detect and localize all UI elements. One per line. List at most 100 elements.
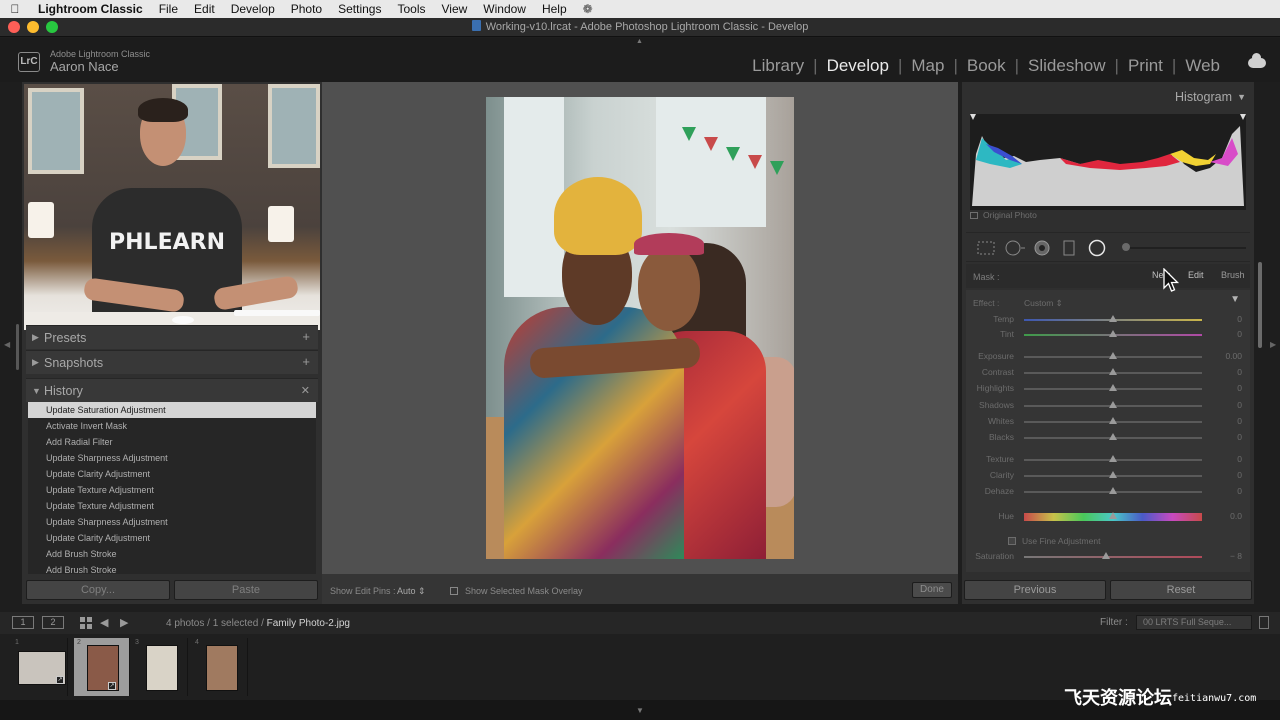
history-item[interactable]: Update Saturation Adjustment [28,402,316,418]
red-eye-icon[interactable] [1034,240,1050,256]
menu-photo[interactable]: Photo [283,2,330,16]
slider-value[interactable]: 0 [1237,314,1242,324]
menu-file[interactable]: File [151,2,186,16]
history-item[interactable]: Update Sharpness Adjustment [28,450,316,466]
show-edit-pins-select[interactable]: Auto ⇕ [397,586,426,597]
history-item[interactable]: Add Radial Filter [28,434,316,450]
slider-value[interactable]: 0 [1237,486,1242,496]
slider-knob[interactable] [1109,471,1117,478]
spot-removal-icon[interactable] [1004,240,1026,256]
module-develop[interactable]: Develop [827,56,889,76]
slider-knob[interactable] [1109,330,1117,337]
slider-value[interactable]: 0.00 [1225,351,1242,361]
copy-settings-button[interactable]: Copy... [26,580,170,600]
slider-value[interactable]: 0 [1237,367,1242,377]
menu-window[interactable]: Window [475,2,534,16]
filter-lock-icon[interactable] [1259,616,1269,629]
slider-value[interactable]: − 8 [1230,551,1242,561]
reset-button[interactable]: Reset [1110,580,1252,600]
slider-knob[interactable] [1109,455,1117,462]
mask-overlay-checkbox[interactable] [450,587,458,595]
secondary-window-button[interactable]: 2 [42,616,64,629]
crop-overlay-icon[interactable] [976,240,996,256]
slider-knob[interactable] [1109,384,1117,391]
collapse-right-panel-icon[interactable]: ▶ [1270,340,1276,349]
right-panel-scrollbar[interactable] [1258,262,1262,348]
left-panel-scrollbar[interactable] [16,324,19,370]
menu-help[interactable]: Help [534,2,575,16]
slider-value[interactable]: 0 [1237,416,1242,426]
module-web[interactable]: Web [1185,56,1220,76]
snapshots-panel-header[interactable]: ▶ Snapshots + [26,350,318,374]
slider-value[interactable]: 0.0 [1230,511,1242,521]
history-item[interactable]: Update Texture Adjustment [28,482,316,498]
slider-track[interactable] [1024,556,1202,558]
previous-photo-icon[interactable]: ◀ [100,616,108,629]
slider-knob[interactable] [1109,315,1117,322]
grid-view-icon[interactable] [80,617,92,629]
fine-adjustment-toggle[interactable]: Use Fine Adjustment [1008,536,1100,546]
module-print[interactable]: Print [1128,56,1163,76]
filmstrip-thumbnail[interactable]: 4 [192,638,248,696]
filmstrip-thumbnail[interactable]: 3 [132,638,188,696]
slider-value[interactable]: 0 [1237,400,1242,410]
module-map[interactable]: Map [911,56,944,76]
done-button[interactable]: Done [912,582,952,598]
history-item[interactable]: Update Texture Adjustment [28,498,316,514]
slider-knob[interactable] [1109,433,1117,440]
menu-settings[interactable]: Settings [330,2,389,16]
script-icon[interactable]: ❁ [575,2,601,16]
collapse-top-panel-icon[interactable]: ▲ [636,38,643,45]
presets-panel-header[interactable]: ▶ Presets + [26,325,318,349]
selected-filename[interactable]: Family Photo-2.jpg [267,618,350,629]
history-item[interactable]: Update Clarity Adjustment [28,466,316,482]
paste-settings-button[interactable]: Paste [174,580,318,600]
original-photo-checkbox[interactable] [970,212,978,219]
history-item[interactable]: Activate Invert Mask [28,418,316,434]
mask-edit-button[interactable]: Edit [1188,270,1204,280]
original-photo-toggle[interactable]: Original Photo [970,210,1037,220]
mask-brush-button[interactable]: Brush [1221,270,1245,280]
slider-knob[interactable] [1109,512,1117,519]
slider-knob[interactable] [1109,487,1117,494]
main-photo[interactable] [486,97,794,559]
slider-knob[interactable] [1109,352,1117,359]
cloud-icon[interactable] [1248,53,1266,68]
slider-value[interactable]: 0 [1237,383,1242,393]
graduated-filter-icon[interactable] [1062,240,1076,256]
module-library[interactable]: Library [752,56,804,76]
effect-dropdown[interactable]: Custom ⇕ [1024,298,1063,309]
history-panel-header[interactable]: ▼ History ✕ [26,378,318,402]
previous-button[interactable]: Previous [964,580,1106,600]
add-snapshot-icon[interactable]: + [302,354,310,369]
history-item[interactable]: Update Clarity Adjustment [28,530,316,546]
histogram[interactable] [970,114,1246,210]
menu-view[interactable]: View [433,2,475,16]
slider-knob[interactable] [1109,368,1117,375]
brush-size-knob[interactable] [1122,243,1130,251]
image-display-area[interactable] [322,82,958,574]
clear-history-icon[interactable]: ✕ [301,384,310,397]
history-item[interactable]: Update Sharpness Adjustment [28,514,316,530]
collapse-left-panel-icon[interactable]: ◀ [4,340,10,349]
apple-icon[interactable]:  [0,2,30,16]
filter-dropdown[interactable]: 00 LRTS Full Seque... [1136,615,1252,630]
radial-filter-icon[interactable] [1088,239,1106,257]
module-book[interactable]: Book [967,56,1006,76]
slider-value[interactable]: 0 [1237,329,1242,339]
filmstrip-thumbnail[interactable]: 1 ↗ [12,638,68,696]
history-item[interactable]: Add Brush Stroke [28,562,316,574]
slider-knob[interactable] [1101,552,1110,559]
slider-value[interactable]: 0 [1237,454,1242,464]
module-slideshow[interactable]: Slideshow [1028,56,1106,76]
menu-edit[interactable]: Edit [186,2,223,16]
menu-tools[interactable]: Tools [389,2,433,16]
main-window-button[interactable]: 1 [12,616,34,629]
menu-app-name[interactable]: Lightroom Classic [30,2,151,16]
slider-knob[interactable] [1109,417,1117,424]
next-photo-icon[interactable]: ▶ [120,616,128,629]
menu-develop[interactable]: Develop [223,2,283,16]
fine-adjustment-checkbox[interactable] [1008,537,1016,545]
filmstrip-thumbnail-selected[interactable]: 2 ↗ [74,638,130,696]
brush-size-track[interactable] [1122,247,1246,249]
